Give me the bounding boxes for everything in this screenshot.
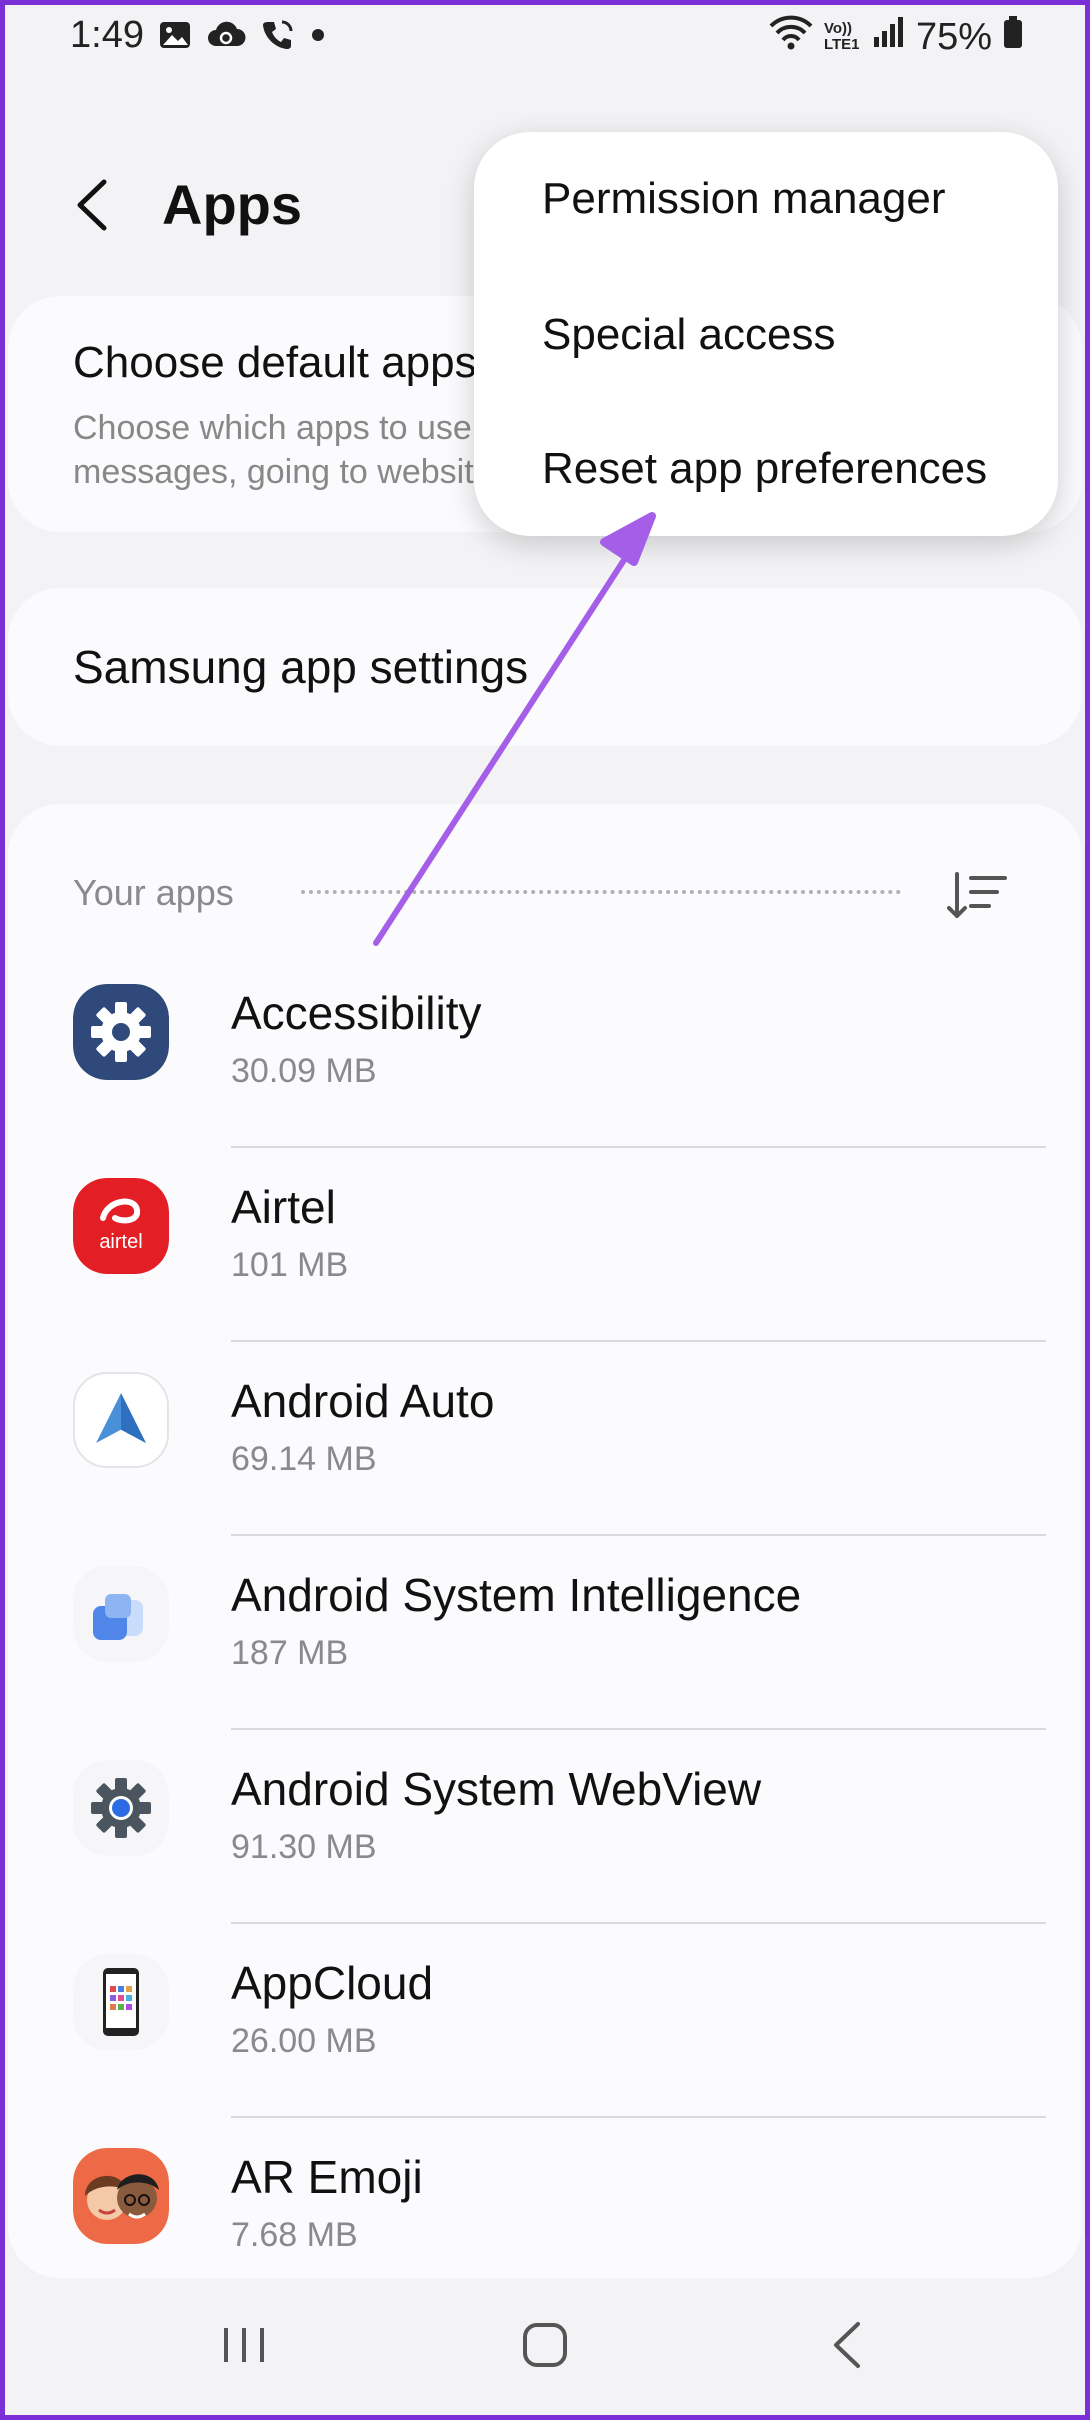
appcloud-icon [73,1954,169,2050]
ar-emoji-icon [73,2148,169,2244]
app-name: Accessibility [231,987,482,1039]
default-apps-title: Choose default apps [73,338,477,387]
app-size: 91.30 MB [231,1828,377,1866]
app-size: 30.09 MB [231,1052,377,1090]
app-size: 101 MB [231,1246,349,1284]
wifi-call-icon [260,18,294,52]
sort-icon[interactable] [945,866,1009,926]
list-item[interactable]: AR Emoji 7.68 MB [8,2118,1082,2312]
gallery-icon [158,18,192,52]
battery-percent: 75% [915,15,992,58]
your-apps-title: Your apps [73,872,234,913]
airtel-icon: airtel [73,1178,169,1274]
list-item[interactable]: Android System Intelligence 187 MB [8,1536,1082,1730]
recents-icon[interactable] [204,2310,284,2380]
menu-item-reset-app-preferences[interactable]: Reset app preferences [542,444,987,494]
app-size: 26.00 MB [231,2022,377,2060]
app-size: 7.68 MB [231,2216,358,2254]
svg-text:airtel: airtel [99,1231,142,1253]
menu-item-special-access[interactable]: Special access [542,310,835,360]
back-arrow-icon[interactable] [62,170,122,240]
menu-item-permission-manager[interactable]: Permission manager [542,174,946,224]
volte-icon: Vo)) LTE1 [823,20,860,53]
app-name: Airtel [231,1181,336,1233]
webview-gear-icon [73,1760,169,1856]
app-name: Android Auto [231,1375,495,1427]
list-item[interactable]: Android System WebView 91.30 MB [8,1730,1082,1924]
list-item[interactable]: Accessibility 30.09 MB [8,954,1082,1148]
list-item[interactable]: AppCloud 26.00 MB [8,1924,1082,2118]
samsung-app-settings-title: Samsung app settings [73,641,529,693]
signal-icon [872,15,906,59]
status-time: 1:49 [70,14,144,56]
overflow-menu: Permission manager Special access Reset … [474,132,1058,536]
samsung-app-settings-card[interactable]: Samsung app settings [8,588,1082,746]
list-item[interactable]: airtel Airtel 101 MB [8,1148,1082,1342]
back-icon[interactable] [808,2310,888,2380]
app-size: 187 MB [231,1634,349,1672]
android-auto-icon [73,1372,169,1468]
app-size: 69.14 MB [231,1440,377,1478]
app-name: AR Emoji [231,2151,423,2203]
accessibility-gear-icon [73,984,169,1080]
cloud-sync-icon [206,18,246,52]
app-name: Android System Intelligence [231,1569,802,1621]
status-right: Vo)) LTE1 75% [768,14,1024,60]
list-item[interactable]: Android Auto 69.14 MB [8,1342,1082,1536]
app-list: Accessibility 30.09 MB airtel Airtel 101… [8,954,1082,2312]
page-title: Apps [162,173,302,236]
app-name: AppCloud [231,1957,434,2009]
your-apps-header: Your apps [73,866,1023,926]
battery-icon [1002,15,1024,59]
navigation-bar [0,2290,1090,2400]
dot-icon [308,18,328,52]
home-icon[interactable] [505,2310,585,2380]
system-intelligence-icon [73,1566,169,1662]
status-bar: 1:49 Vo)) LTE1 75% [0,0,1090,72]
section-divider [301,890,901,894]
your-apps-card: Your apps Accessibility 30.09 MB airtel … [8,804,1082,2278]
app-name: Android System WebView [231,1763,762,1815]
status-left-icons [158,18,328,52]
wifi-icon [768,14,814,60]
